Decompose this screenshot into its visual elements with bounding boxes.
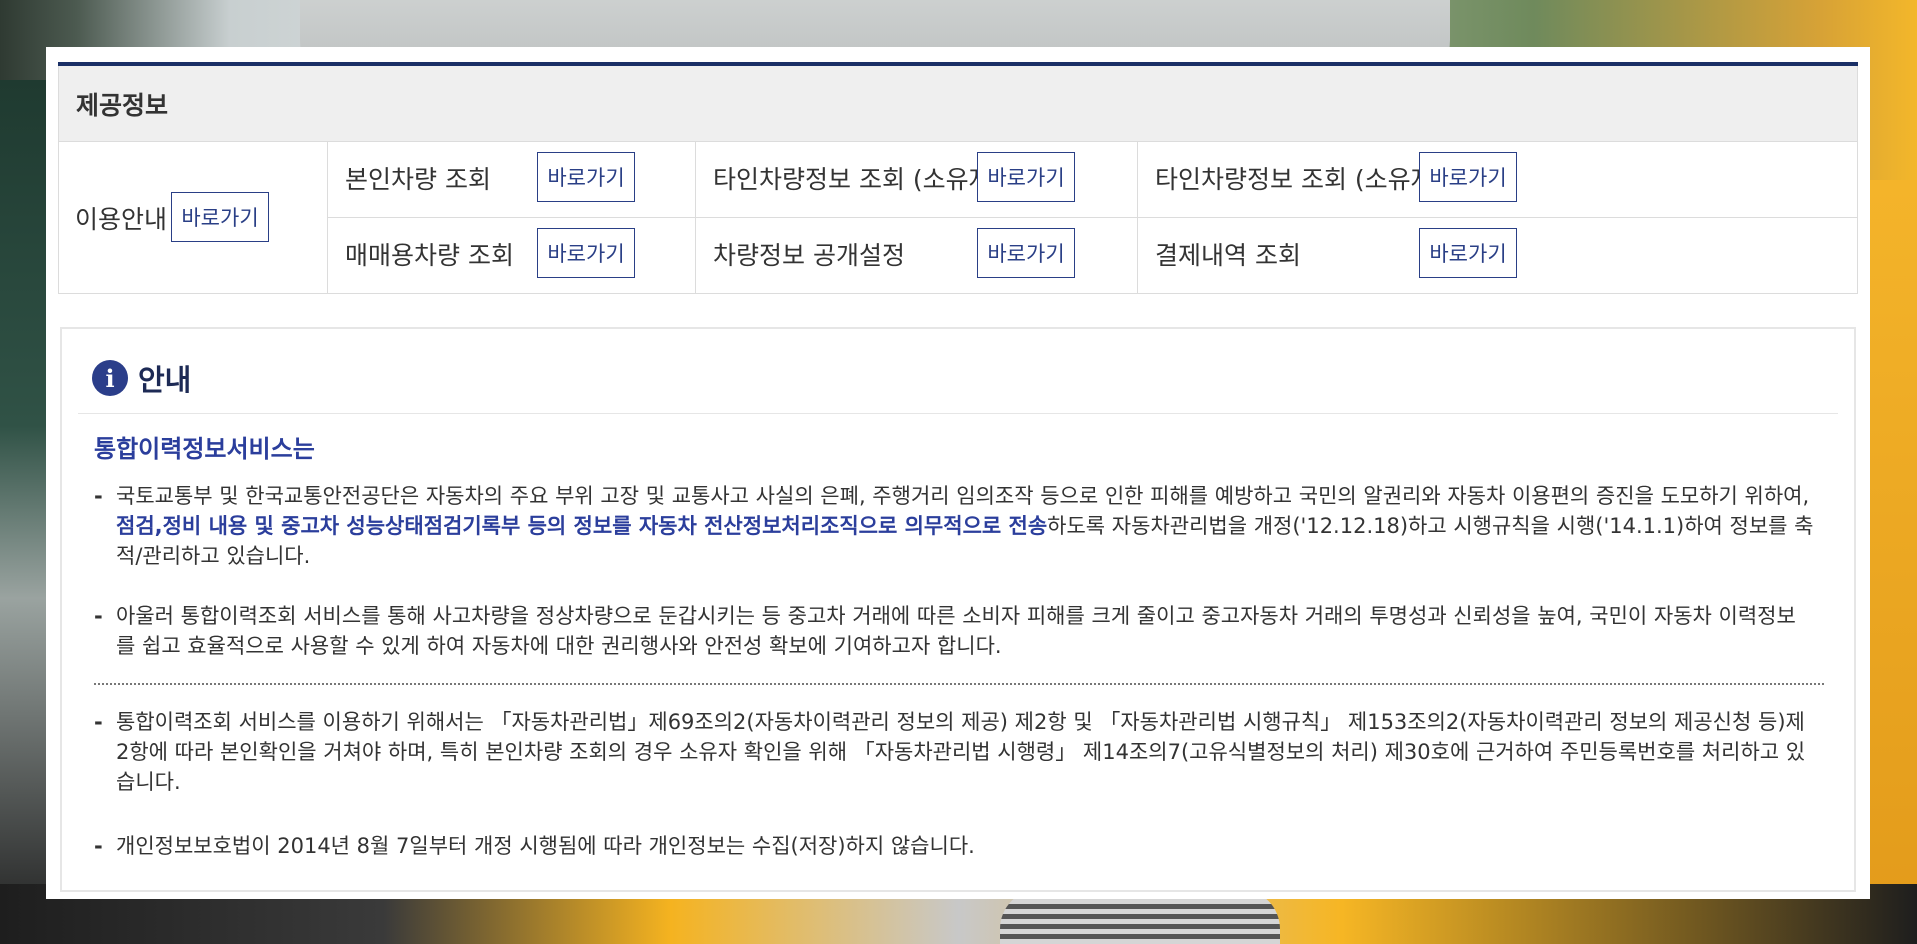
notice-title: 안내 bbox=[138, 363, 192, 397]
payment-history-label: 결제내역 조회 bbox=[1155, 241, 1301, 270]
info-icon: i bbox=[92, 360, 128, 396]
disclosure-setting-go-button[interactable]: 바로가기 bbox=[977, 228, 1075, 278]
provide-info-grid: 이용안내 바로가기 본인차량 조회 바로가기 타인차량정보 조회 (소유자동의)… bbox=[58, 142, 1858, 294]
provide-info-title: 제공정보 bbox=[58, 66, 1858, 142]
payment-history-go-button[interactable]: 바로가기 bbox=[1419, 228, 1517, 278]
disclosure-setting-label: 차량정보 공개설정 bbox=[713, 241, 905, 270]
notice-divider bbox=[78, 413, 1838, 414]
dotted-divider bbox=[94, 683, 1824, 685]
bullet-dash: - bbox=[94, 484, 103, 508]
other-vehicle-consent-go-button[interactable]: 바로가기 bbox=[977, 152, 1075, 202]
notice-box: i 안내 통합이력정보서비스는 - 국토교통부 및 한국교통안전공단은 자동차의… bbox=[60, 327, 1856, 892]
notice-paragraph: - 아울러 통합이력조회 서비스를 통해 사고차량을 정상차량으로 둔갑시키는 … bbox=[94, 601, 1814, 661]
provide-info-section: 제공정보 이용안내 바로가기 본인차량 조회 바로가기 타인차량정보 조회 (소… bbox=[58, 62, 1858, 294]
own-vehicle-label: 본인차량 조회 bbox=[345, 165, 491, 194]
paragraph-text: 국토교통부 및 한국교통안전공단은 자동차의 주요 부위 고장 및 교통사고 사… bbox=[116, 484, 1810, 508]
guide-go-button[interactable]: 바로가기 bbox=[171, 192, 269, 242]
paragraph-text: 아울러 통합이력조회 서비스를 통해 사고차량을 정상차량으로 둔갑시키는 등 … bbox=[116, 604, 1796, 658]
paragraph-highlight: 점검,정비 내용 및 중고차 성능상태점검기록부 등의 정보를 자동차 전산정보… bbox=[116, 514, 1048, 538]
paragraph-text: 개인정보보호법이 2014년 8월 7일부터 개정 시행됨에 따라 개인정보는 … bbox=[116, 834, 975, 858]
content-panel: 제공정보 이용안내 바로가기 본인차량 조회 바로가기 타인차량정보 조회 (소… bbox=[46, 47, 1870, 899]
own-vehicle-go-button[interactable]: 바로가기 bbox=[537, 152, 635, 202]
sale-vehicle-go-button[interactable]: 바로가기 bbox=[537, 228, 635, 278]
notice-subtitle: 통합이력정보서비스는 bbox=[94, 435, 315, 463]
notice-paragraph: - 국토교통부 및 한국교통안전공단은 자동차의 주요 부위 고장 및 교통사고… bbox=[94, 481, 1814, 571]
guide-label: 이용안내 bbox=[75, 205, 168, 234]
bullet-dash: - bbox=[94, 604, 103, 628]
paragraph-text: 통합이력조회 서비스를 이용하기 위해서는 「자동차관리법」제69조의2(자동차… bbox=[116, 710, 1806, 794]
other-vehicle-no-consent-go-button[interactable]: 바로가기 bbox=[1419, 152, 1517, 202]
notice-paragraph: - 통합이력조회 서비스를 이용하기 위해서는 「자동차관리법」제69조의2(자… bbox=[94, 707, 1814, 797]
sale-vehicle-label: 매매용차량 조회 bbox=[345, 241, 514, 270]
notice-header: i 안내 bbox=[92, 357, 191, 399]
bullet-dash: - bbox=[94, 710, 103, 734]
notice-paragraph: - 개인정보보호법이 2014년 8월 7일부터 개정 시행됨에 따라 개인정보… bbox=[94, 831, 1814, 861]
grid-divider bbox=[327, 217, 1857, 218]
bullet-dash: - bbox=[94, 834, 103, 858]
